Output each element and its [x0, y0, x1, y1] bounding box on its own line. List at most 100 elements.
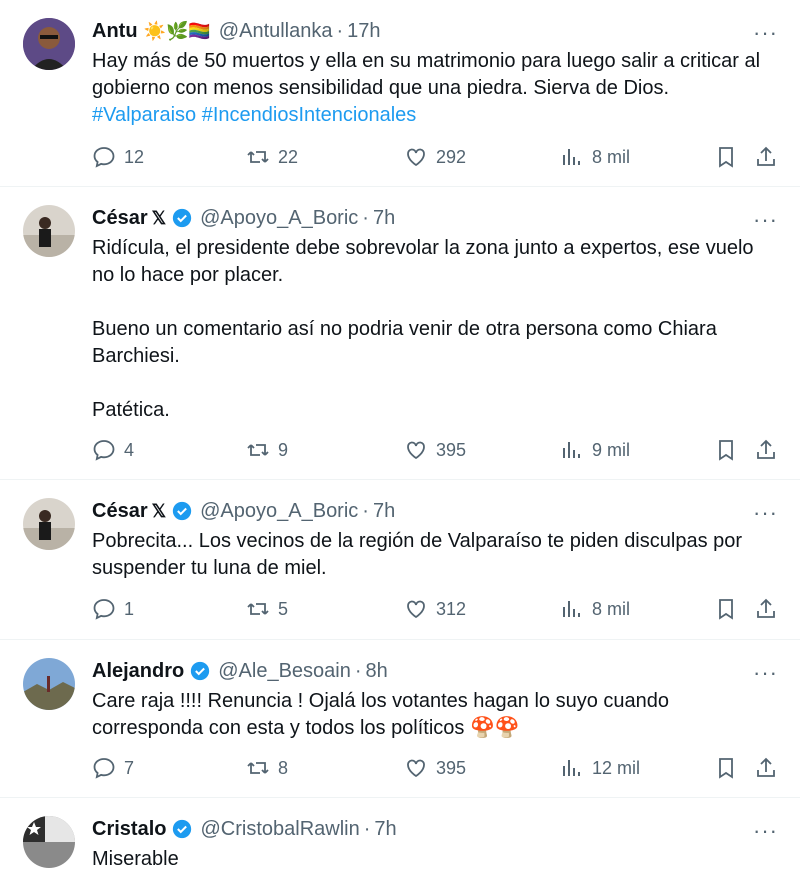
- author-handle[interactable]: @Ale_Besoain: [218, 660, 351, 683]
- timestamp[interactable]: 7h: [374, 818, 396, 841]
- analytics-icon: [563, 149, 580, 165]
- share-icon: [757, 146, 775, 166]
- views-count: 8 mil: [592, 146, 631, 167]
- reply-button[interactable]: 1: [92, 597, 134, 621]
- bookmark-button[interactable]: [714, 438, 738, 462]
- share-button[interactable]: [754, 145, 778, 169]
- tweet[interactable]: Cristalo @CristobalRawlin · 7h ··· Miser…: [0, 798, 800, 870]
- name-emoji: ☀️🌿🏳️‍🌈: [143, 20, 211, 41]
- like-button[interactable]: 292: [404, 145, 466, 169]
- hashtag-link[interactable]: #Valparaiso: [92, 104, 196, 126]
- analytics-icon: [563, 442, 580, 458]
- bookmark-button[interactable]: [714, 597, 738, 621]
- avatar[interactable]: [23, 205, 75, 257]
- views-button[interactable]: 12 mil: [560, 756, 640, 780]
- reply-icon: [93, 599, 115, 620]
- more-options-icon[interactable]: ···: [753, 660, 778, 686]
- hashtag-link[interactable]: #IncendiosIntencionales: [202, 104, 417, 126]
- retweet-button[interactable]: 22: [246, 145, 298, 169]
- timestamp[interactable]: 17h: [347, 20, 380, 43]
- views-button[interactable]: 8 mil: [560, 145, 630, 169]
- heart-icon: [407, 600, 425, 619]
- reply-icon: [93, 758, 115, 779]
- tweet[interactable]: César 𝕏 @Apoyo_A_Boric · 7h ··· Ridícula…: [0, 187, 800, 480]
- retweet-icon: [247, 762, 269, 774]
- reply-count: 1: [124, 598, 135, 619]
- verified-badge-icon[interactable]: [172, 819, 192, 839]
- views-count: 12 mil: [592, 757, 641, 778]
- retweet-count: 8: [278, 757, 289, 778]
- avatar-image-icon: [23, 18, 75, 70]
- share-button[interactable]: [754, 438, 778, 462]
- author-handle[interactable]: @Apoyo_A_Boric: [200, 207, 358, 230]
- separator: ·: [354, 659, 362, 682]
- verified-badge-icon[interactable]: [172, 501, 192, 521]
- views-button[interactable]: 9 mil: [560, 438, 630, 462]
- like-count: 312: [436, 598, 467, 619]
- retweet-count: 5: [278, 598, 289, 619]
- avatar[interactable]: [23, 658, 75, 710]
- tweet-text: Pobrecita... Los vecinos de la región de…: [92, 530, 743, 579]
- author-name[interactable]: César: [92, 500, 148, 523]
- reply-icon: [93, 440, 115, 461]
- retweet-icon: [247, 151, 269, 163]
- retweet-count: 22: [278, 146, 299, 167]
- reply-button[interactable]: 12: [92, 145, 144, 169]
- avatar[interactable]: [23, 498, 75, 550]
- more-options-icon[interactable]: ···: [753, 20, 778, 46]
- verified-badge-icon[interactable]: [172, 208, 192, 228]
- author-name[interactable]: Cristalo: [92, 818, 166, 841]
- bookmark-button[interactable]: [714, 756, 738, 780]
- author-name[interactable]: Alejandro: [92, 660, 184, 683]
- share-button[interactable]: [754, 597, 778, 621]
- avatar[interactable]: [23, 816, 75, 868]
- timestamp[interactable]: 8h: [366, 660, 388, 683]
- retweet-button[interactable]: 8: [246, 756, 288, 780]
- reply-button[interactable]: 7: [92, 756, 134, 780]
- views-count: 9 mil: [592, 439, 631, 460]
- retweet-icon: [247, 603, 269, 615]
- tweet[interactable]: Antu ☀️🌿🏳️‍🌈 @Antullanka · 17h ··· Hay m…: [0, 0, 800, 187]
- retweet-button[interactable]: 9: [246, 438, 288, 462]
- analytics-icon: [563, 601, 580, 617]
- tweet[interactable]: César 𝕏 @Apoyo_A_Boric · 7h ··· Pobrecit…: [0, 480, 800, 640]
- avatar-image-icon: [23, 498, 75, 550]
- share-button[interactable]: [754, 756, 778, 780]
- x-badge: 𝕏: [151, 500, 167, 521]
- heart-icon: [407, 759, 425, 778]
- author-handle[interactable]: @Antullanka: [219, 20, 333, 43]
- share-icon: [757, 757, 775, 777]
- like-button[interactable]: 312: [404, 597, 466, 621]
- bookmark-icon: [719, 440, 733, 461]
- timestamp[interactable]: 7h: [373, 207, 395, 230]
- author-handle[interactable]: @Apoyo_A_Boric: [200, 500, 358, 523]
- avatar-image-icon: [23, 205, 75, 257]
- reply-button[interactable]: 4: [92, 438, 134, 462]
- bookmark-icon: [719, 147, 733, 168]
- reply-count: 12: [124, 146, 145, 167]
- avatar[interactable]: [23, 18, 75, 70]
- author-name[interactable]: Antu: [92, 20, 138, 43]
- more-options-icon[interactable]: ···: [753, 500, 778, 526]
- bookmark-button[interactable]: [714, 145, 738, 169]
- x-badge: 𝕏: [151, 207, 167, 228]
- author-handle[interactable]: @CristobalRawlin: [200, 818, 359, 841]
- like-button[interactable]: 395: [404, 438, 466, 462]
- timestamp[interactable]: 7h: [373, 500, 395, 523]
- tweet-text: Hay más de 50 muertos y ella en su matri…: [92, 50, 761, 126]
- like-button[interactable]: 395: [404, 756, 466, 780]
- more-options-icon[interactable]: ···: [753, 818, 778, 844]
- like-count: 395: [436, 757, 467, 778]
- retweet-button[interactable]: 5: [246, 597, 288, 621]
- reply-count: 4: [124, 439, 135, 460]
- heart-icon: [407, 148, 425, 167]
- more-options-icon[interactable]: ···: [753, 207, 778, 233]
- views-button[interactable]: 8 mil: [560, 597, 630, 621]
- reply-icon: [93, 147, 115, 168]
- analytics-icon: [563, 760, 580, 776]
- verified-badge-icon[interactable]: [190, 661, 210, 681]
- avatar-image-icon: [23, 658, 75, 710]
- author-name[interactable]: César: [92, 207, 148, 230]
- bookmark-icon: [719, 599, 733, 620]
- tweet[interactable]: Alejandro @Ale_Besoain · 8h ··· Care raj…: [0, 640, 800, 798]
